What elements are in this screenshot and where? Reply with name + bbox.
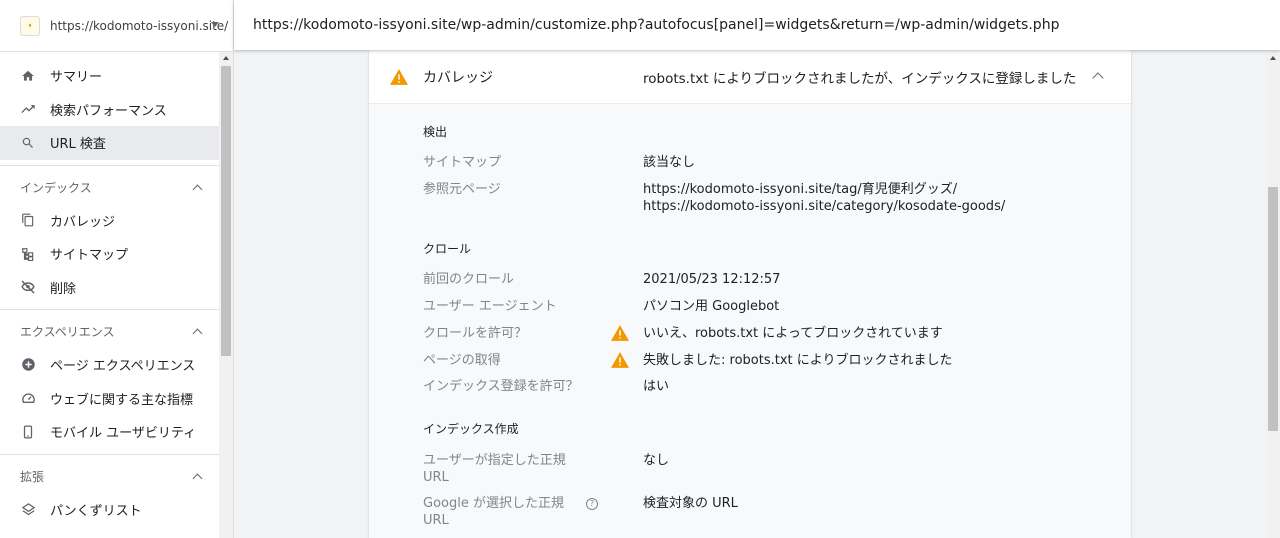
- page-fetch-label: ページの取得: [423, 353, 501, 368]
- referring-page-value[interactable]: https://kodomoto-issyoni.site/category/k…: [643, 198, 1005, 216]
- scroll-up-arrow-icon[interactable]: [223, 56, 229, 60]
- sidebar-item-sitemaps[interactable]: サイトマップ: [0, 237, 219, 271]
- user-agent-label: ユーザー エージェント: [423, 299, 557, 314]
- last-crawl-value: 2021/05/23 12:12:57: [643, 272, 781, 287]
- google-canonical-label-line1: Google が選択した正規: [423, 496, 564, 511]
- property-selector[interactable]: ♦ https://kodomoto-issyoni.site/: [0, 0, 233, 52]
- user-canonical-label-line2: URL: [423, 470, 449, 485]
- search-icon: [20, 135, 36, 151]
- section-title-crawl: クロール: [423, 242, 472, 256]
- indexing-allowed-label: インデックス登録を許可？: [423, 379, 579, 394]
- indexing-allowed-value: はい: [643, 379, 670, 394]
- sidebar-item-mobile-usability[interactable]: モバイル ユーザビリティ: [0, 415, 219, 449]
- user-canonical-label-line1: ユーザーが指定した正規: [423, 453, 566, 468]
- visibility-off-icon: [20, 279, 36, 295]
- sidebar-item-label: URL 検査: [50, 137, 106, 153]
- google-canonical-label: Google が選択した正規? URL: [423, 495, 598, 529]
- user-agent-value: パソコン用 Googlebot: [643, 299, 780, 314]
- crawl-allowed-value: いいえ、robots.txt によってブロックされています: [643, 326, 943, 341]
- referring-page-value[interactable]: https://kodomoto-issyoni.site/tag/育児便利グッ…: [643, 181, 957, 199]
- sitemap-icon: [20, 246, 36, 262]
- coverage-status: robots.txt によりブロックされましたが、インデックスに登録しました: [643, 71, 1077, 87]
- layers-icon: [20, 501, 36, 517]
- sidebar-item-removals[interactable]: 削除: [0, 271, 219, 305]
- referring-page-label: 参照元ページ: [423, 182, 501, 197]
- chevron-up-icon[interactable]: [192, 328, 203, 339]
- coverage-details: 検出 サイトマップ 該当なし 参照元ページ https://kodomoto-i…: [369, 104, 1131, 538]
- section-title: インデックス: [20, 180, 92, 195]
- add-circle-icon: [20, 357, 36, 373]
- scrollbar-thumb[interactable]: [1268, 187, 1278, 431]
- sidebar: ♦ https://kodomoto-issyoni.site/ サマリー 検索…: [0, 0, 234, 538]
- sidebar-scrollbar[interactable]: [219, 52, 233, 538]
- sidebar-item-coverage[interactable]: カバレッジ: [0, 204, 219, 238]
- sidebar-item-breadcrumbs[interactable]: パンくずリスト: [0, 493, 219, 527]
- sidebar-item-label: 削除: [50, 281, 77, 297]
- sidebar-nav: サマリー 検索パフォーマンス URL 検査 インデックス カバレッジ サイトマッ…: [0, 52, 219, 538]
- scroll-up-arrow-icon[interactable]: [1270, 56, 1276, 60]
- chevron-up-icon[interactable]: [192, 184, 203, 194]
- warning-icon: [611, 352, 629, 372]
- section-header-experience[interactable]: エクスペリエンス: [0, 315, 219, 348]
- section-title: エクスペリエンス: [20, 325, 115, 339]
- chevron-up-icon[interactable]: [1092, 72, 1104, 84]
- user-canonical-label: ユーザーが指定した正規 URL: [423, 452, 566, 486]
- warning-icon: [611, 325, 629, 345]
- crawl-allowed-label: クロールを許可？: [423, 326, 528, 341]
- sidebar-item-page-experience[interactable]: ページ エクスペリエンス: [0, 348, 219, 382]
- card-title: カバレッジ: [423, 70, 493, 86]
- home-icon: [20, 68, 36, 84]
- smartphone-icon: [20, 424, 36, 440]
- divider: [0, 164, 219, 166]
- section-title-indexing: インデックス作成: [423, 422, 519, 436]
- last-crawl-label: 前回のクロール: [423, 272, 515, 287]
- scrollbar-thumb[interactable]: [221, 66, 231, 356]
- sidebar-item-summary[interactable]: サマリー: [0, 59, 219, 93]
- main-scrollbar[interactable]: [1266, 50, 1280, 538]
- sitemap-label: サイトマップ: [423, 155, 502, 170]
- coverage-card-header[interactable]: カバレッジ robots.txt によりブロックされましたが、インデックスに登録…: [369, 50, 1131, 104]
- inspected-url[interactable]: https://kodomoto-issyoni.site/wp-admin/c…: [253, 17, 1059, 33]
- sidebar-item-label: ページ エクスペリエンス: [50, 359, 196, 375]
- file-copy-icon: [20, 212, 36, 228]
- inspect-url-bar[interactable]: https://kodomoto-issyoni.site/wp-admin/c…: [234, 0, 1280, 50]
- divider: [0, 453, 219, 455]
- sidebar-item-label: パンくずリスト: [50, 503, 142, 519]
- dropdown-caret-icon[interactable]: [211, 22, 219, 27]
- sidebar-item-label: サイトマップ: [50, 248, 129, 264]
- trending-icon: [20, 101, 36, 117]
- site-favicon-icon: ♦: [20, 15, 40, 36]
- speed-icon: [20, 390, 36, 406]
- sidebar-item-label: 検索パフォーマンス: [50, 103, 167, 119]
- sidebar-item-label: サマリー: [50, 70, 103, 86]
- section-title: 拡張: [20, 469, 45, 484]
- sidebar-item-label: カバレッジ: [50, 214, 116, 230]
- page-fetch-value: 失敗しました: robots.txt によりブロックされました: [643, 353, 953, 368]
- help-icon[interactable]: ?: [585, 497, 598, 510]
- sidebar-item-label: ウェブに関する主な指標: [50, 392, 194, 408]
- sidebar-item-core-web-vitals[interactable]: ウェブに関する主な指標: [0, 382, 219, 416]
- sidebar-item-performance[interactable]: 検索パフォーマンス: [0, 93, 219, 127]
- coverage-card: カバレッジ robots.txt によりブロックされましたが、インデックスに登録…: [369, 50, 1131, 538]
- section-title-discovery: 検出: [423, 125, 448, 139]
- sitemap-value: 該当なし: [643, 155, 696, 170]
- chevron-up-icon[interactable]: [192, 473, 203, 483]
- user-canonical-value: なし: [643, 453, 670, 468]
- section-header-enhancements[interactable]: 拡張: [0, 460, 219, 493]
- warning-icon: [390, 69, 408, 89]
- property-name: https://kodomoto-issyoni.site/: [50, 18, 229, 33]
- divider: [0, 309, 219, 310]
- sidebar-item-url-inspection[interactable]: URL 検査: [0, 126, 219, 160]
- google-canonical-value: 検査対象の URL: [643, 496, 738, 511]
- google-canonical-label-line2: URL: [423, 513, 449, 528]
- section-header-index[interactable]: インデックス: [0, 171, 219, 204]
- sidebar-item-label: モバイル ユーザビリティ: [50, 426, 197, 442]
